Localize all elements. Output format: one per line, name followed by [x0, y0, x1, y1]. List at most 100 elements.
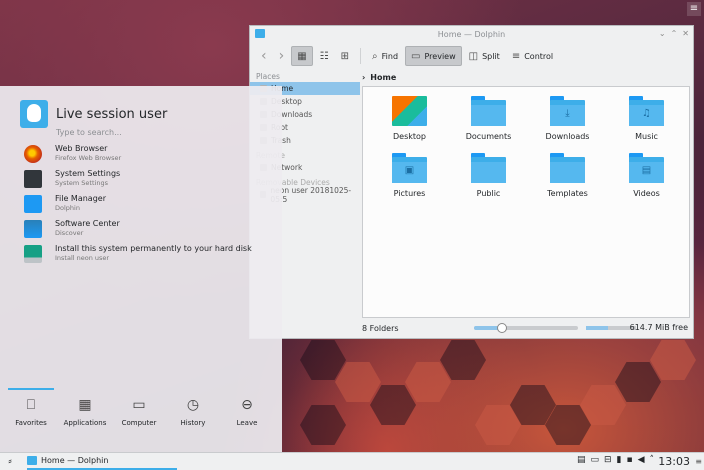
task-dolphin[interactable]: Home — Dolphin — [27, 454, 177, 470]
folder-templates[interactable]: Templates — [528, 150, 607, 207]
folder-desktop[interactable]: Desktop — [370, 93, 449, 150]
search-icon: ⌕ — [372, 50, 378, 62]
wallpaper-hex — [370, 385, 416, 425]
tab-applications[interactable]: ▦ Applications — [58, 388, 112, 438]
user-avatar[interactable] — [20, 100, 48, 128]
window-content: Places Home Desktop Downloads Root Trash… — [250, 70, 693, 338]
icons-view-icon: ▦ — [297, 50, 307, 62]
favorite-name: Install this system permanently to your … — [55, 244, 252, 253]
dolphin-window: Home — Dolphin ⌄ ⌃ ✕ ‹ › ▦ ☷ ⊞ ⌕ Find ▭ Pr… — [249, 25, 694, 339]
favorite-file-manager[interactable]: File Manager Dolphin — [24, 194, 252, 219]
split-label: Split — [482, 51, 500, 61]
folder-downloads[interactable]: ⤓ Downloads — [528, 93, 607, 150]
favorite-name: File Manager — [55, 194, 106, 203]
panel-toolbox-icon[interactable]: ≡ — [695, 457, 702, 466]
dolphin-task-icon — [27, 456, 37, 465]
free-space-fill — [586, 326, 608, 330]
wallpaper-hex — [615, 362, 661, 402]
minimize-icon[interactable]: ⌄ — [659, 29, 666, 38]
details-view-button[interactable]: ⊞ — [336, 46, 354, 66]
favorite-name: Software Center — [55, 219, 120, 228]
folder-icon — [471, 96, 506, 126]
favorite-name: Web Browser — [55, 144, 108, 153]
status-bar: 8 Folders 614.7 MiB free — [362, 320, 690, 336]
tray-expand-icon[interactable]: ˄ — [650, 455, 655, 465]
folder-music[interactable]: ♫ Music — [607, 93, 686, 150]
details-view-icon: ⊞ — [340, 50, 350, 62]
breadcrumb-home[interactable]: Home — [370, 73, 396, 82]
favorite-name: System Settings — [55, 169, 121, 178]
application-launcher: Live session user Type to search... Web … — [0, 86, 282, 452]
file-view[interactable]: Desktop Documents ⤓ Downloads ♫ Music ▣ … — [362, 86, 690, 318]
wallpaper-hex — [300, 340, 346, 380]
places-item-label: neon user 20181025-05:5 — [270, 185, 352, 204]
folder-icon — [471, 153, 506, 183]
lock-icon[interactable]: ▪ — [626, 455, 632, 465]
installer-icon — [24, 245, 42, 263]
maximize-icon[interactable]: ⌃ — [671, 29, 678, 38]
zoom-slider-handle[interactable] — [497, 323, 508, 333]
discover-icon — [24, 220, 42, 238]
favorite-system-settings[interactable]: System Settings System Settings — [24, 169, 252, 194]
forward-button[interactable]: › — [274, 46, 290, 66]
tab-favorites[interactable]: ⎕ Favorites — [4, 388, 58, 438]
folder-public[interactable]: Public — [449, 150, 528, 207]
file-name: Documents — [465, 132, 512, 141]
task-title: Home — Dolphin — [41, 456, 109, 465]
favorite-installer[interactable]: Install this system permanently to your … — [24, 244, 252, 269]
monitor-icon: ▭ — [132, 397, 146, 413]
display-icon[interactable]: ▭ — [590, 455, 599, 465]
launcher-search-input[interactable]: Type to search... — [56, 128, 122, 137]
favorite-web-browser[interactable]: Web Browser Firefox Web Browser — [24, 144, 252, 169]
digital-clock[interactable]: 13:03 — [658, 455, 690, 468]
arrow-left-circle-icon: ⊖ — [241, 397, 253, 413]
file-name: Public — [476, 189, 501, 198]
tab-label: Applications — [63, 419, 107, 427]
user-name: Live session user — [56, 106, 168, 122]
file-name: Downloads — [545, 132, 590, 141]
control-label: Control — [524, 51, 554, 61]
icons-view-button[interactable]: ▦ — [291, 46, 313, 66]
volume-icon[interactable]: ◀ — [638, 455, 645, 465]
network-icon[interactable]: ⊟ — [604, 455, 612, 465]
tab-computer[interactable]: ▭ Computer — [112, 388, 166, 438]
folder-count: 8 Folders — [362, 323, 399, 333]
find-button[interactable]: ⌕ Find — [367, 46, 403, 66]
grid-icon: ▦ — [78, 397, 92, 413]
folder-videos[interactable]: ▤ Videos — [607, 150, 686, 207]
toolbar: ‹ › ▦ ☷ ⊞ ⌕ Find ▭ Preview ◫ Split ≡ Control — [250, 43, 693, 69]
window-title: Home — Dolphin — [437, 30, 506, 39]
breadcrumb[interactable]: › Home — [362, 70, 396, 84]
usb-icon[interactable]: ▮ — [617, 455, 622, 465]
preview-label: Preview — [424, 51, 456, 61]
wallpaper-hex — [650, 340, 696, 380]
folder-icon — [24, 195, 42, 213]
split-icon: ◫ — [468, 50, 479, 62]
system-tray: ▤ ▭ ⊟ ▮ ▪ ◀ ˄ — [577, 455, 654, 465]
back-button[interactable]: ‹ — [256, 46, 272, 66]
split-button[interactable]: ◫ Split — [464, 46, 505, 66]
window-titlebar[interactable]: Home — Dolphin ⌄ ⌃ ✕ — [250, 26, 693, 43]
application-launcher-button[interactable]: ⸗ — [3, 455, 17, 469]
tab-label: History — [180, 419, 206, 427]
tab-history[interactable]: ◷ History — [166, 388, 220, 438]
control-button[interactable]: ≡ Control — [507, 46, 558, 66]
zoom-slider[interactable] — [474, 323, 578, 333]
free-space-label: 614.7 MiB free — [629, 323, 688, 332]
tab-label: Favorites — [15, 419, 47, 427]
folder-pictures[interactable]: ▣ Pictures — [370, 150, 449, 207]
file-name: Desktop — [393, 132, 426, 141]
folder-documents[interactable]: Documents — [449, 93, 528, 150]
favorite-software-center[interactable]: Software Center Discover — [24, 219, 252, 244]
chevron-right-icon: › — [362, 72, 366, 82]
free-space-bar — [586, 326, 636, 330]
file-name: Pictures — [393, 189, 426, 198]
close-icon[interactable]: ✕ — [682, 29, 689, 38]
desktop-toolbox-icon[interactable]: ≡ — [687, 2, 701, 16]
toolbar-separator — [360, 48, 362, 64]
favorite-desc: Discover — [55, 229, 84, 237]
compact-view-button[interactable]: ☷ — [315, 46, 334, 66]
tab-leave[interactable]: ⊖ Leave — [220, 388, 274, 438]
preview-button[interactable]: ▭ Preview — [405, 46, 462, 66]
clipboard-icon[interactable]: ▤ — [577, 455, 586, 465]
